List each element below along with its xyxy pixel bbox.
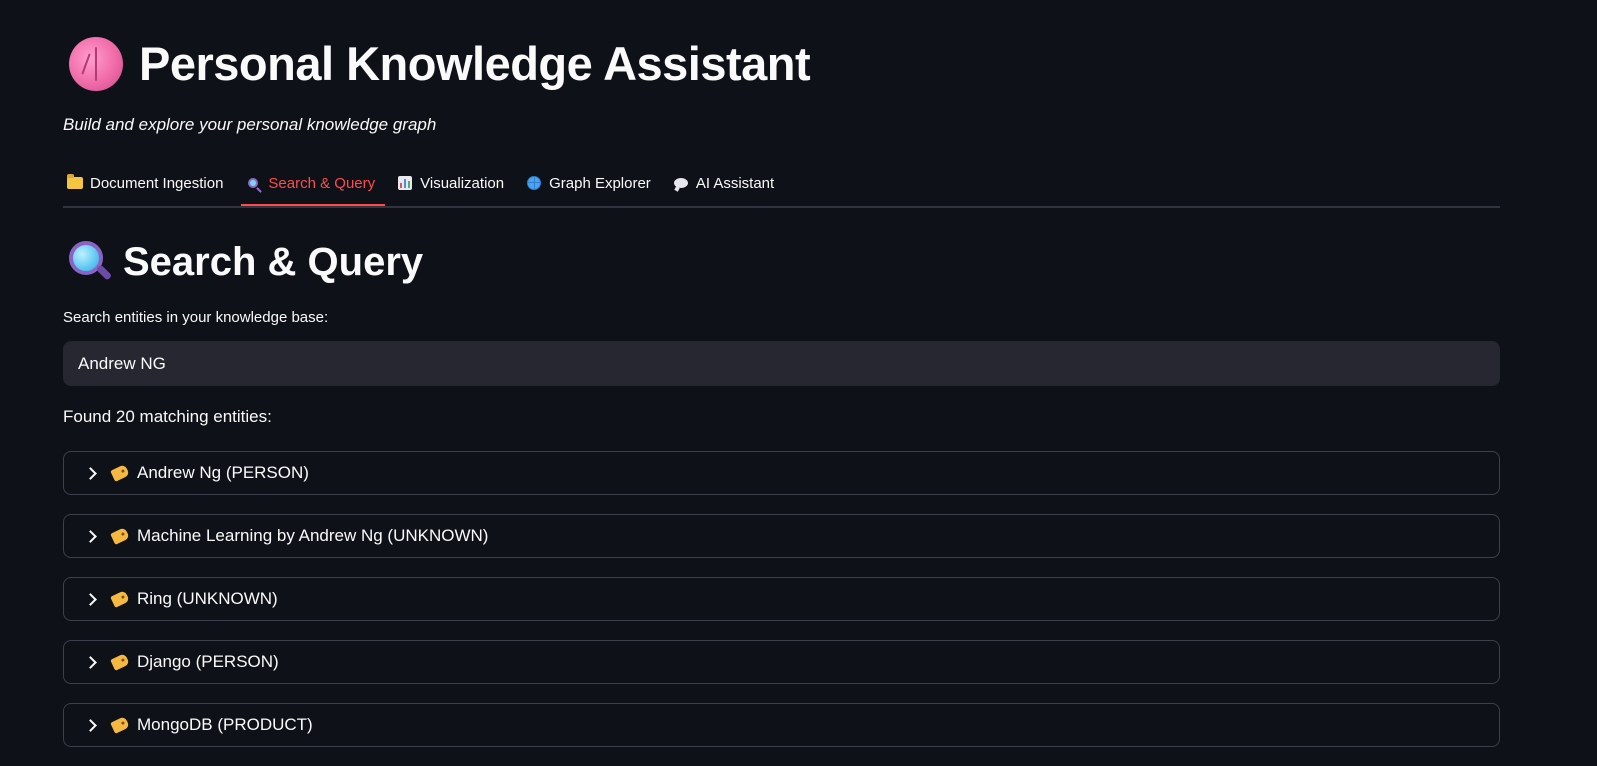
- folder-icon: [66, 174, 84, 191]
- tab-graph-explorer[interactable]: Graph Explorer: [522, 162, 661, 204]
- tab-document-ingestion[interactable]: Document Ingestion: [63, 162, 233, 204]
- tab-search-query[interactable]: Search & Query: [241, 162, 385, 206]
- tab-label: Graph Explorer: [549, 174, 651, 192]
- search-label: Search entities in your knowledge base:: [63, 309, 329, 326]
- tag-icon: [110, 464, 130, 482]
- tab-label: Visualization: [420, 174, 505, 192]
- result-label: Ring (UNKNOWN): [137, 589, 278, 608]
- app-subtitle: Build and explore your personal knowledg…: [63, 115, 437, 134]
- tab-bar: Document Ingestion Search & Query Visual…: [63, 162, 1500, 208]
- tag-icon: [110, 653, 130, 671]
- chevron-right-icon: [82, 463, 102, 483]
- app-title-text: Personal Knowledge Assistant: [139, 37, 811, 90]
- result-label: MongoDB (PRODUCT): [137, 715, 313, 734]
- result-expander[interactable]: MongoDB (PRODUCT): [63, 703, 1500, 747]
- result-expander[interactable]: Django (PERSON): [63, 640, 1500, 684]
- tag-icon: [110, 590, 130, 608]
- result-label: Machine Learning by Andrew Ng (UNKNOWN): [137, 526, 489, 545]
- app-title: Personal Knowledge Assistant: [69, 36, 811, 91]
- tag-icon: [110, 527, 130, 545]
- tab-visualization[interactable]: Visualization: [393, 162, 514, 204]
- result-label: Django (PERSON): [137, 652, 279, 671]
- tab-label: AI Assistant: [695, 174, 775, 192]
- tab-label: Search & Query: [268, 174, 376, 192]
- section-title: Search & Query: [69, 240, 423, 285]
- results-list: Andrew Ng (PERSON) Machine Learning by A…: [63, 451, 1500, 766]
- result-expander[interactable]: Machine Learning by Andrew Ng (UNKNOWN): [63, 514, 1500, 558]
- tab-ai-assistant[interactable]: AI Assistant: [669, 162, 784, 204]
- chevron-right-icon: [82, 652, 102, 672]
- speech-bubble-icon: [672, 175, 690, 191]
- result-expander[interactable]: Ring (UNKNOWN): [63, 577, 1500, 621]
- section-title-text: Search & Query: [123, 240, 424, 284]
- chevron-right-icon: [82, 526, 102, 546]
- search-input[interactable]: [63, 341, 1500, 386]
- tab-label: Document Ingestion: [90, 174, 224, 192]
- result-label: Andrew Ng (PERSON): [137, 463, 309, 482]
- magnifier-icon: [69, 240, 113, 285]
- brain-icon: [69, 36, 123, 91]
- results-summary: Found 20 matching entities:: [63, 407, 272, 426]
- result-expander[interactable]: Andrew Ng (PERSON): [63, 451, 1500, 495]
- globe-icon: [525, 175, 543, 191]
- magnifier-icon: [244, 175, 262, 191]
- bar-chart-icon: [396, 175, 414, 191]
- tag-icon: [110, 716, 130, 734]
- chevron-right-icon: [82, 715, 102, 735]
- chevron-right-icon: [82, 589, 102, 609]
